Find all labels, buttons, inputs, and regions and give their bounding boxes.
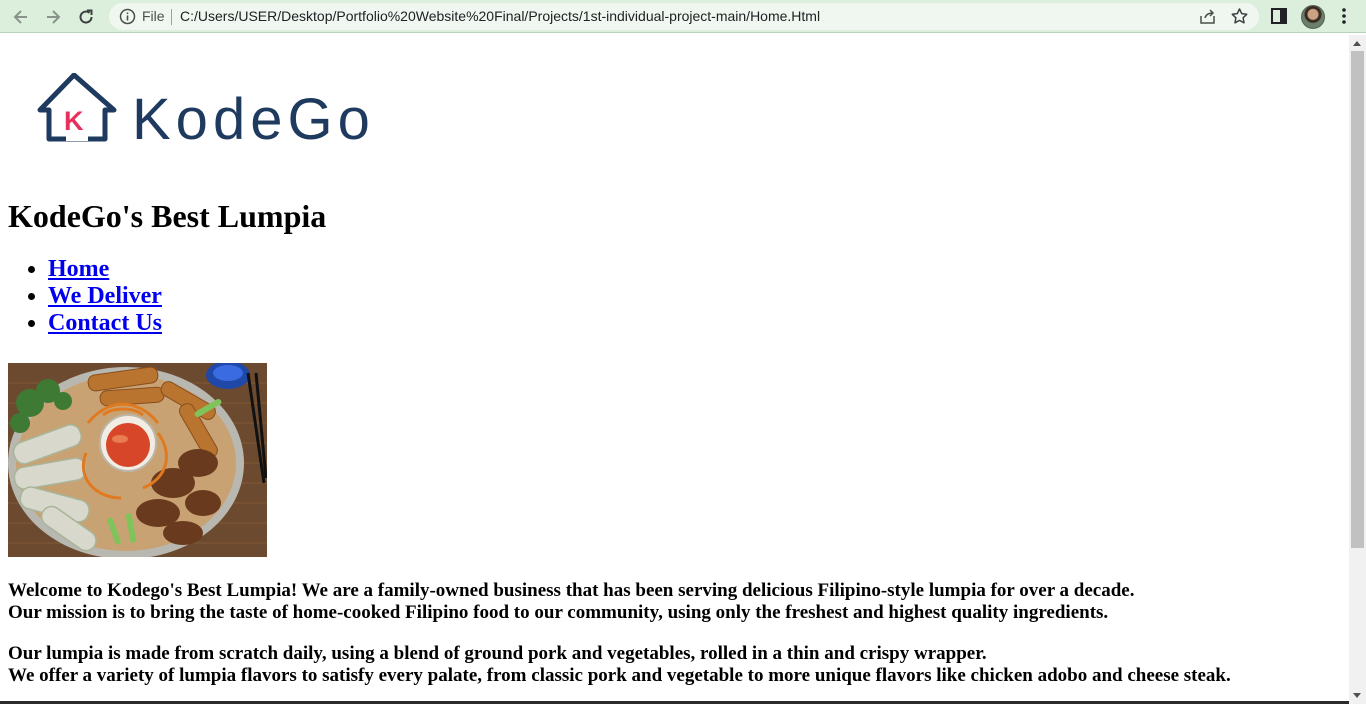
file-scheme-label: File	[142, 8, 165, 24]
url-text[interactable]: C:/Users/USER/Desktop/Portfolio%20Websit…	[180, 8, 820, 24]
more-menu-icon[interactable]	[1336, 7, 1352, 25]
forward-button[interactable]	[40, 4, 66, 30]
page-title: KodeGo's Best Lumpia	[8, 198, 327, 234]
nav-item-contact-us: Contact Us	[48, 310, 162, 337]
side-panel-icon[interactable]	[1270, 7, 1288, 25]
product-line-1: Our lumpia is made from scratch daily, u…	[8, 643, 987, 664]
scroll-down-arrow-icon[interactable]	[1353, 693, 1361, 698]
intro-paragraph: Welcome to Kodego's Best Lumpia! We are …	[8, 580, 1134, 624]
star-icon[interactable]	[1230, 7, 1249, 26]
main-nav: Home We Deliver Contact Us	[8, 256, 162, 337]
address-bar[interactable]: File C:/Users/USER/Desktop/Portfolio%20W…	[109, 3, 1259, 30]
intro-line-1: Welcome to Kodego's Best Lumpia! We are …	[8, 580, 1135, 601]
page-viewport: K KodeGo KodeGo's Best Lumpia Home We De…	[0, 35, 1349, 704]
kodego-logo: K KodeGo	[37, 73, 375, 145]
nav-link-we-deliver[interactable]: We Deliver	[48, 283, 162, 309]
nav-item-home: Home	[48, 256, 162, 283]
info-icon[interactable]	[119, 8, 136, 25]
share-icon[interactable]	[1198, 7, 1217, 26]
arrow-left-icon	[13, 10, 27, 24]
intro-line-2: Our mission is to bring the taste of hom…	[8, 602, 1109, 623]
logo-wordmark: KodeGo	[132, 87, 375, 145]
scroll-thumb[interactable]	[1351, 51, 1364, 548]
scroll-up-arrow-icon[interactable]	[1353, 41, 1361, 46]
reload-icon	[79, 9, 93, 24]
lumpia-platter-image	[8, 363, 267, 557]
product-line-2: We offer a variety of lumpia flavors to …	[8, 665, 1231, 686]
nav-link-home[interactable]: Home	[48, 256, 109, 282]
profile-avatar[interactable]	[1301, 5, 1325, 29]
browser-toolbar: File C:/Users/USER/Desktop/Portfolio%20W…	[0, 0, 1366, 33]
reload-button[interactable]	[73, 4, 99, 30]
arrow-right-icon	[47, 10, 61, 24]
svg-text:K: K	[64, 106, 84, 136]
back-button[interactable]	[8, 4, 34, 30]
nav-item-we-deliver: We Deliver	[48, 283, 162, 310]
product-paragraph: Our lumpia is made from scratch daily, u…	[8, 643, 1231, 687]
vertical-scrollbar[interactable]	[1349, 35, 1366, 704]
address-separator	[171, 9, 172, 25]
nav-link-contact-us[interactable]: Contact Us	[48, 310, 162, 336]
